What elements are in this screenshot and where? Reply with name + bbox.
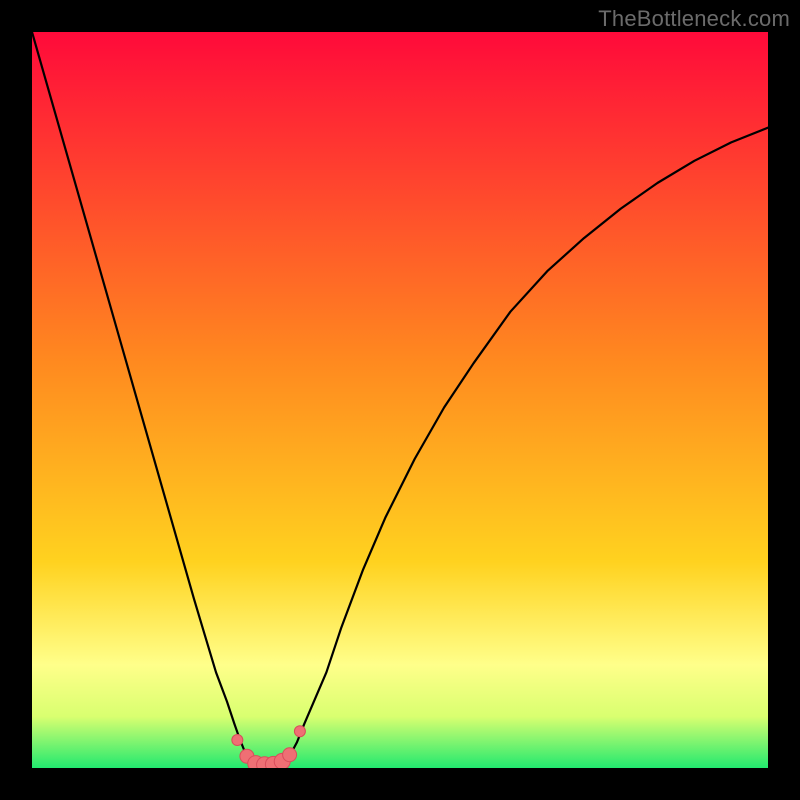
curve-layer [32, 32, 768, 768]
valley-marker [294, 726, 305, 737]
chart-frame: TheBottleneck.com [0, 0, 800, 800]
valley-marker [232, 735, 243, 746]
plot-area [32, 32, 768, 768]
bottleneck-curve [32, 32, 768, 765]
valley-marker [283, 748, 297, 762]
watermark-text: TheBottleneck.com [598, 6, 790, 32]
